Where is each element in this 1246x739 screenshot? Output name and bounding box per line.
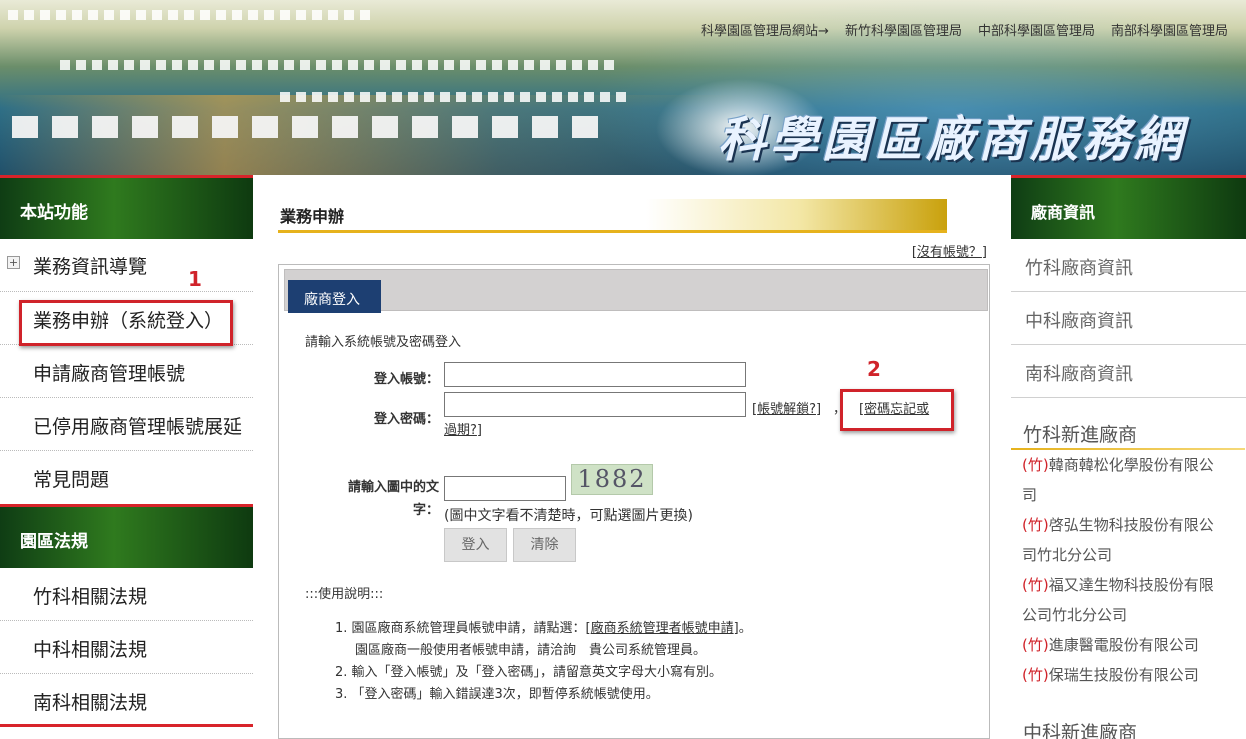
- central-vendor-info-link[interactable]: 中科廠商資訊: [1011, 292, 1246, 345]
- sidebar-item-system-login[interactable]: 業務申辦（系統登入）: [0, 292, 253, 345]
- captcha-label-line1: 請輸入圖中的文: [347, 480, 439, 495]
- unlock-link-wrap: [帳號解鎖?]: [752, 402, 822, 417]
- account-unlock-link[interactable]: 帳號解鎖?: [757, 402, 816, 417]
- sidebar-item-faq[interactable]: 常見問題: [0, 451, 253, 504]
- usage-item-3: 3. 「登入密碼」輸入錯誤達3次，即暫停系統帳號使用。: [335, 687, 659, 702]
- company-item[interactable]: (竹)韓商韓松化學股份有限公司: [1022, 450, 1244, 510]
- banner-decoration: [8, 10, 370, 20]
- admin-account-apply-link[interactable]: 廠商系統管理者帳號申請: [591, 621, 734, 636]
- forgot-link-wrap-2: 過期?]: [444, 423, 482, 438]
- site-brand-logo: 科學園區廠商服務網: [717, 112, 1186, 168]
- password-label: 登入密碼：: [373, 412, 439, 427]
- hsinchu-vendor-info-link[interactable]: 竹科廠商資訊: [1011, 239, 1246, 292]
- sidebar-item-business-guide[interactable]: + 業務資訊導覽: [0, 239, 253, 292]
- no-account-link[interactable]: 沒有帳號？: [917, 245, 982, 260]
- page-title: 業務申辦: [278, 199, 947, 233]
- usage-item-1-note: 園區廠商一般使用者帳號申請，請洽詢 貴公司系統管理員。: [355, 643, 707, 658]
- login-panel: 廠商登入 請輸入系統帳號及密碼登入 登入帳號： 登入密碼： [帳號解鎖?] ， …: [278, 264, 990, 739]
- forgot-password-link[interactable]: 密碼忘記或: [864, 402, 929, 417]
- company-item[interactable]: (竹)進康醫電股份有限公司: [1022, 630, 1244, 660]
- right-sidebar: 廠商資訊 竹科廠商資訊 中科廠商資訊 南科廠商資訊 竹科新進廠商 (竹)韓商韓松…: [1011, 175, 1246, 739]
- sidebar-section-functions: 本站功能: [0, 175, 253, 239]
- company-item[interactable]: (竹)保瑞生技股份有限公司: [1022, 660, 1244, 690]
- sidebar-item-label: 常見問題: [33, 469, 110, 491]
- forgot-link-wrap: [密碼忘記或: [859, 402, 930, 417]
- vendor-info-header: 廠商資訊: [1011, 175, 1246, 239]
- account-label: 登入帳號：: [373, 372, 439, 387]
- sidebar-item-central-regulations[interactable]: 中科相關法規: [0, 621, 253, 674]
- usage-list: 1. 園區廠商系統管理員帳號申請，請點選：[廠商系統管理者帳號申請]。 園區廠商…: [335, 618, 975, 706]
- captcha-hint: (圖中文字看不清楚時，可點選圖片更換): [444, 508, 693, 524]
- top-link-sipa[interactable]: 科學園區管理局網站→: [701, 20, 829, 39]
- sidebar-item-label: 南科相關法規: [33, 692, 148, 714]
- sidebar-item-apply-admin-account[interactable]: 申請廠商管理帳號: [0, 345, 253, 398]
- sidebar-item-label: 已停用廠商管理帳號展延: [33, 416, 243, 438]
- banner-decoration: [280, 92, 626, 102]
- captcha-label-line2: 字：: [412, 503, 439, 518]
- southern-vendor-info-link[interactable]: 南科廠商資訊: [1011, 345, 1246, 398]
- tab-bar: 廠商登入: [284, 269, 988, 313]
- login-button[interactable]: 登入: [444, 528, 507, 562]
- top-links: 科學園區管理局網站→ 新竹科學園區管理局 中部科學園區管理局 南部科學園區管理局: [701, 20, 1228, 39]
- top-link-hsinchu[interactable]: 新竹科學園區管理局: [845, 20, 962, 39]
- captcha-label: 請輸入圖中的文 字：: [319, 476, 439, 518]
- sidebar-item-hsinchu-regulations[interactable]: 竹科相關法規: [0, 568, 253, 621]
- banner-blocks: [0, 116, 598, 138]
- step-number-1: 1: [188, 267, 202, 291]
- captcha-input[interactable]: [444, 476, 566, 501]
- comma-separator: ，: [833, 402, 847, 417]
- password-input[interactable]: [444, 392, 746, 417]
- sidebar-item-label: 業務申辦（系統登入）: [33, 310, 224, 332]
- clear-button[interactable]: 清除: [513, 528, 576, 562]
- usage-item-2: 2. 輸入「登入帳號」及「登入密碼」，請留意英文字母大小寫有別。: [335, 665, 723, 680]
- company-item[interactable]: (竹)福又達生物科技股份有限 公司竹北分公司: [1022, 570, 1244, 630]
- account-input[interactable]: [444, 362, 746, 387]
- central-new-vendors-title: 中科新進廠商: [1023, 722, 1138, 739]
- sidebar-item-label: 竹科相關法規: [33, 586, 148, 608]
- top-link-central[interactable]: 中部科學園區管理局: [978, 20, 1095, 39]
- captcha-image[interactable]: 1882: [571, 464, 653, 495]
- sidebar-item-label: 中科相關法規: [33, 639, 148, 661]
- usage-item-1: 1. 園區廠商系統管理員帳號申請，請點選：[廠商系統管理者帳號申請]。: [335, 621, 752, 636]
- site-banner: 科學園區廠商服務網 科學園區管理局網站→ 新竹科學園區管理局 中部科學園區管理局…: [0, 0, 1246, 175]
- sidebar-item-label: 申請廠商管理帳號: [33, 363, 186, 385]
- company-item[interactable]: (竹)啓弘生物科技股份有限公 司竹北分公司: [1022, 510, 1244, 570]
- hsinchu-new-vendors-title: 竹科新進廠商: [1023, 424, 1138, 446]
- forgot-password-link-cont[interactable]: 過期?: [444, 423, 477, 438]
- expand-plus-icon[interactable]: +: [7, 256, 20, 269]
- no-account-link-wrap: [沒有帳號？]: [911, 245, 987, 260]
- login-intro: 請輸入系統帳號及密碼登入: [305, 335, 462, 350]
- usage-title: :::使用說明:::: [305, 587, 384, 602]
- top-link-southern[interactable]: 南部科學園區管理局: [1111, 20, 1228, 39]
- sidebar-item-label: 業務資訊導覽: [33, 256, 148, 278]
- sidebar-item-extend-disabled-account[interactable]: 已停用廠商管理帳號展延: [0, 398, 253, 451]
- sidebar-section-regulations: 園區法規: [0, 504, 253, 568]
- tab-vendor-login[interactable]: 廠商登入: [288, 280, 381, 313]
- sidebar-item-southern-regulations[interactable]: 南科相關法規: [0, 674, 253, 727]
- banner-decoration: [60, 60, 614, 70]
- left-sidebar: 本站功能 + 業務資訊導覽 業務申辦（系統登入） 申請廠商管理帳號 已停用廠商管…: [0, 175, 253, 727]
